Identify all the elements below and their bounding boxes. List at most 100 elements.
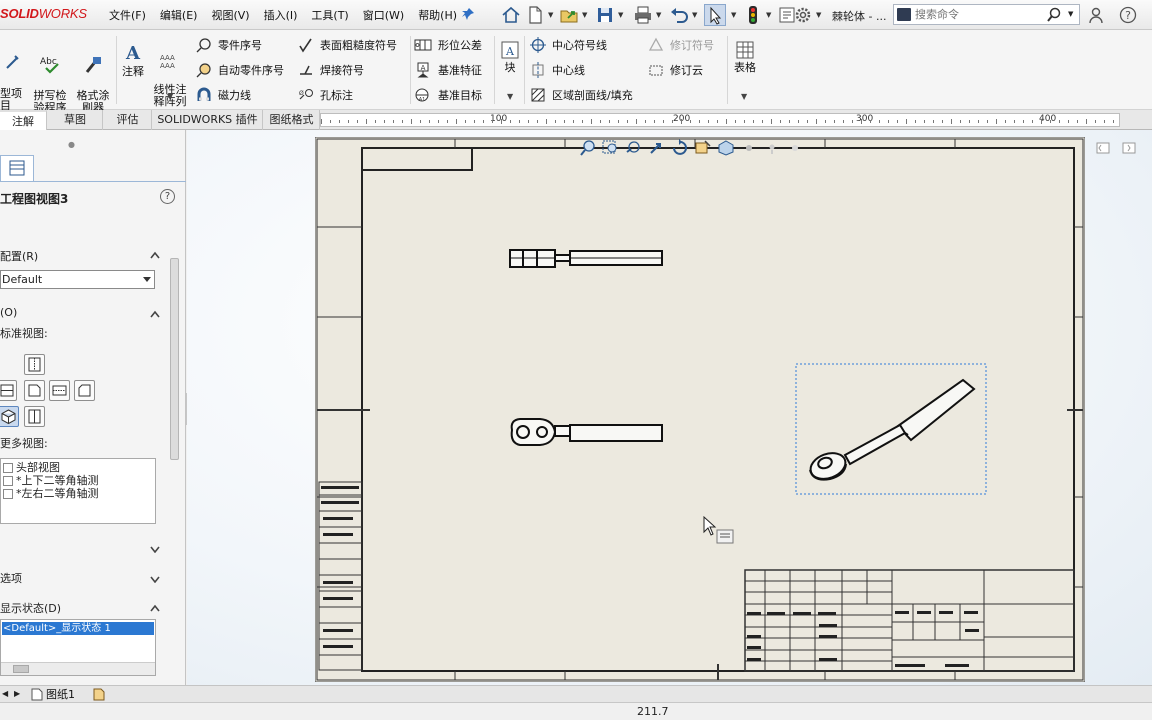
list-item[interactable]: *左右二等角轴测: [3, 487, 99, 500]
new-dropdown-icon[interactable]: ▼: [548, 11, 556, 19]
revision-cloud-button[interactable]: 修订云: [648, 61, 703, 79]
surface-finish-button[interactable]: 表面粗糙度符号: [298, 36, 397, 54]
tab-sheet1[interactable]: 图纸1: [46, 687, 75, 702]
format-painter-button[interactable]: 格式涂 刷器: [74, 42, 112, 114]
tab-annotation[interactable]: 注解: [0, 110, 47, 130]
checkbox[interactable]: [3, 462, 13, 473]
print-dropdown-icon[interactable]: ▼: [656, 11, 664, 19]
config-section-header[interactable]: 配置(R): [0, 248, 38, 266]
panel-scrollbar[interactable]: [168, 258, 180, 686]
table-button[interactable]: 表格: [731, 40, 759, 74]
menu-edit[interactable]: 编辑(E): [153, 7, 205, 23]
drawing-sheet[interactable]: [315, 137, 1085, 682]
tab-evaluate[interactable]: 评估: [104, 110, 152, 130]
zoom-to-area-icon[interactable]: [601, 139, 621, 157]
menu-view[interactable]: 视图(V): [204, 7, 256, 23]
collapse-icon[interactable]: [150, 249, 160, 259]
select-dropdown-icon[interactable]: ▼: [731, 11, 739, 19]
user-icon[interactable]: [1088, 6, 1104, 24]
checkbox[interactable]: [3, 488, 13, 499]
left-view-icon[interactable]: [0, 380, 17, 401]
search-dropdown-icon[interactable]: ▼: [1068, 10, 1073, 18]
zoom-to-fit-icon[interactable]: [578, 139, 598, 157]
checkbox[interactable]: [3, 475, 13, 486]
home-icon[interactable]: [500, 4, 522, 26]
center-mark-button[interactable]: 中心符号线: [530, 36, 607, 54]
top-view-icon[interactable]: [24, 354, 45, 375]
expand-icon[interactable]: [150, 543, 160, 554]
tab-sketch[interactable]: 草图: [48, 110, 103, 130]
rebuild-dropdown-icon[interactable]: ▼: [766, 11, 774, 19]
table-dropdown-icon[interactable]: ▼: [741, 92, 747, 101]
search-input[interactable]: [915, 7, 1043, 22]
menu-file[interactable]: 文件(F): [102, 7, 153, 23]
save-icon[interactable]: [594, 4, 616, 26]
note-dropdown-icon[interactable]: ▼: [167, 92, 173, 101]
magnetic-line-button[interactable]: 磁力线: [196, 86, 251, 104]
scrollbar-thumb[interactable]: [13, 665, 29, 673]
options-dropdown-icon[interactable]: ▼: [816, 11, 824, 19]
traffic-light-icon[interactable]: [742, 4, 764, 26]
scroll-left-icon[interactable]: ◀: [2, 689, 12, 699]
front-view-icon[interactable]: [24, 380, 45, 401]
add-sheet-icon[interactable]: [92, 688, 106, 701]
area-hatch-button[interactable]: 区域剖面线/填充: [530, 86, 633, 104]
back-view-icon[interactable]: [74, 380, 95, 401]
collapse-icon[interactable]: [150, 602, 160, 612]
help-icon[interactable]: ?: [160, 189, 175, 204]
weld-symbol-button[interactable]: 焊接符号: [298, 61, 364, 79]
menu-insert[interactable]: 插入(I): [257, 7, 305, 23]
undo-icon[interactable]: [668, 4, 690, 26]
auto-balloon-button[interactable]: 自动零件序号: [196, 61, 284, 79]
menu-tools[interactable]: 工具(T): [304, 7, 355, 23]
list-item[interactable]: 头部视图: [3, 461, 60, 474]
display-state-row[interactable]: <Default>_显示状态 1: [2, 622, 154, 635]
scroll-right-icon[interactable]: ▶: [14, 689, 24, 699]
display-section-header[interactable]: 显示状态(D): [0, 600, 61, 618]
help-icon[interactable]: ?: [1119, 6, 1137, 24]
spell-check-button[interactable]: Abc 拼写检 验程序: [30, 42, 70, 114]
lights-icon[interactable]: [762, 139, 782, 157]
pan-icon[interactable]: [647, 139, 667, 157]
restore-icon[interactable]: [1096, 142, 1110, 154]
search-icon[interactable]: [1046, 7, 1062, 23]
menu-window[interactable]: 窗口(W): [356, 7, 411, 23]
open-dropdown-icon[interactable]: ▼: [582, 11, 590, 19]
bottom-view-icon[interactable]: [24, 406, 45, 427]
print-icon[interactable]: [632, 4, 654, 26]
model-items-button[interactable]: 型项 目: [0, 40, 24, 112]
expand-icon[interactable]: [150, 573, 160, 584]
block-button[interactable]: A 块: [498, 40, 522, 74]
centerline-button[interactable]: 中心线: [530, 61, 585, 79]
undo-dropdown-icon[interactable]: ▼: [692, 11, 700, 19]
new-icon[interactable]: [524, 4, 546, 26]
panel-grip-icon[interactable]: ●: [68, 140, 75, 149]
right-view-icon[interactable]: [49, 380, 70, 401]
menu-help[interactable]: 帮助(H): [411, 7, 464, 23]
collapse-icon[interactable]: [150, 308, 160, 318]
view-orientation-icon[interactable]: [716, 139, 736, 157]
pin-icon[interactable]: [460, 6, 476, 22]
open-icon[interactable]: [558, 4, 580, 26]
revision-symbol-button[interactable]: 修订符号: [648, 36, 714, 54]
save-dropdown-icon[interactable]: ▼: [618, 11, 626, 19]
orientation-section-header[interactable]: (O): [0, 306, 17, 324]
datum-target-button[interactable]: A1 基准目标: [414, 86, 482, 104]
scrollbar-thumb[interactable]: [170, 258, 179, 460]
display-style-icon[interactable]: [693, 139, 713, 157]
search-box[interactable]: ▼: [893, 4, 1080, 25]
select-icon[interactable]: [704, 4, 726, 26]
configuration-select[interactable]: Default: [0, 270, 155, 289]
isometric-view-icon[interactable]: [0, 406, 19, 427]
tile-icon[interactable]: [1122, 142, 1136, 154]
geometric-tolerance-button[interactable]: 形位公差: [414, 36, 482, 54]
hole-callout-button[interactable]: Ø 孔标注: [298, 86, 353, 104]
datum-feature-button[interactable]: A 基准特征: [414, 61, 482, 79]
tab-sheet-format[interactable]: 图纸格式: [264, 110, 320, 130]
options-icon[interactable]: [792, 4, 814, 26]
tab-solidworks-addins[interactable]: SOLIDWORKS 插件: [153, 110, 263, 130]
rotate-icon[interactable]: [670, 139, 690, 157]
property-manager-tab[interactable]: [0, 155, 34, 181]
options-section-header[interactable]: 选项: [0, 570, 22, 588]
hide-show-icon[interactable]: [739, 139, 759, 157]
